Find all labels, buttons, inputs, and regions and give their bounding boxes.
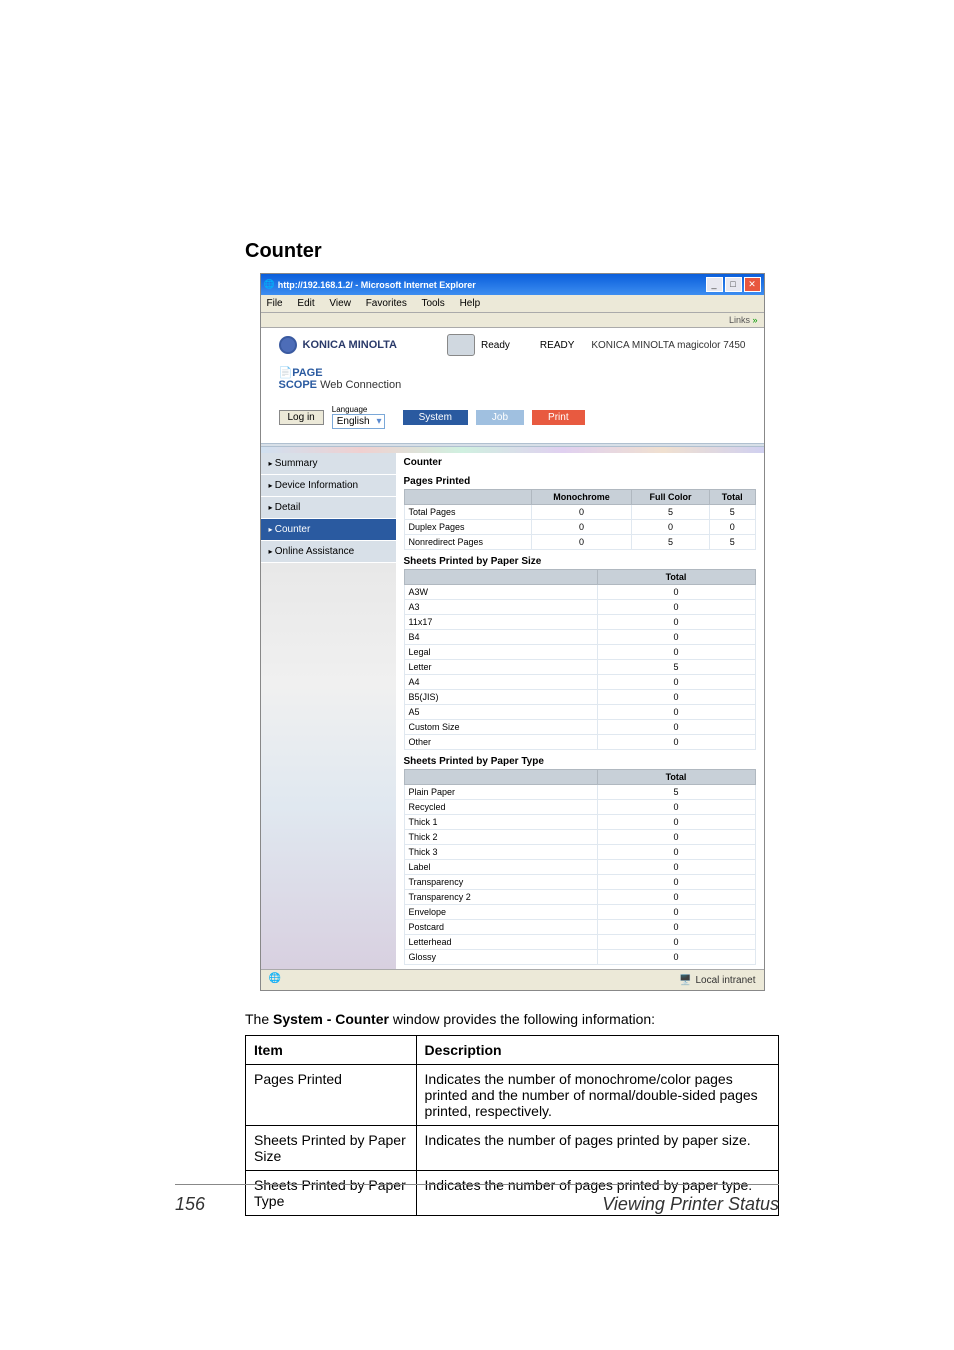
- minimize-button[interactable]: _: [706, 277, 723, 292]
- by-size-title: Sheets Printed by Paper Size: [404, 556, 756, 567]
- main-panel: Counter Pages Printed Monochrome Full Co…: [396, 453, 764, 969]
- pagescope-label: 📄PAGESCOPE Web Connection: [261, 362, 764, 401]
- browser-screenshot: 🌐 http://192.168.1.2/ - Microsoft Intern…: [260, 273, 765, 991]
- tab-print[interactable]: Print: [532, 410, 585, 425]
- nav-counter[interactable]: Counter: [261, 519, 396, 541]
- table-row: Duplex Pages000: [404, 520, 755, 535]
- printer-icon: [447, 334, 475, 356]
- footer-section: Viewing Printer Status: [602, 1194, 779, 1215]
- table-row: Total Pages055: [404, 505, 755, 520]
- nav-detail[interactable]: Detail: [261, 497, 396, 519]
- language-select[interactable]: English: [332, 414, 385, 429]
- by-size-table: Total A3W0 A30 11x170 B40 Legal0 Letter5…: [404, 569, 756, 750]
- page-number: 156: [175, 1194, 205, 1215]
- table-row: Sheets Printed by Paper Size Indicates t…: [246, 1126, 779, 1171]
- menu-favorites[interactable]: Favorites: [366, 298, 407, 309]
- brand-logo: KONICA MINOLTA: [279, 336, 398, 354]
- login-button[interactable]: Log in: [279, 410, 324, 425]
- menu-help[interactable]: Help: [460, 298, 481, 309]
- maximize-button[interactable]: □: [725, 277, 742, 292]
- panel-title: Counter: [404, 457, 756, 468]
- device-name: KONICA MINOLTA magicolor 7450: [591, 340, 745, 351]
- menu-file[interactable]: File: [267, 298, 283, 309]
- ready-badge: Ready: [481, 340, 510, 351]
- by-type-title: Sheets Printed by Paper Type: [404, 756, 756, 767]
- titlebar: 🌐 http://192.168.1.2/ - Microsoft Intern…: [261, 274, 764, 295]
- menu-edit[interactable]: Edit: [297, 298, 314, 309]
- brand-circle-icon: [279, 336, 297, 354]
- table-row: Nonredirect Pages055: [404, 535, 755, 550]
- menubar: File Edit View Favorites Tools Help: [261, 295, 764, 313]
- ie-icon: 🌐: [264, 279, 275, 290]
- language-label: Language: [332, 405, 385, 414]
- tab-job[interactable]: Job: [476, 410, 524, 425]
- brand-text: KONICA MINOLTA: [303, 339, 398, 351]
- ie-status-icon: 🌐: [269, 973, 283, 987]
- zone-text: Local intranet: [695, 975, 755, 986]
- table-row: Pages Printed Indicates the number of mo…: [246, 1065, 779, 1126]
- table-header-description: Description: [416, 1036, 778, 1065]
- info-table: Item Description Pages Printed Indicates…: [245, 1035, 779, 1216]
- table-header-item: Item: [246, 1036, 417, 1065]
- close-button[interactable]: ✕: [744, 277, 761, 292]
- menu-tools[interactable]: Tools: [421, 298, 444, 309]
- nav-device-info[interactable]: Device Information: [261, 475, 396, 497]
- section-title: Counter: [245, 240, 779, 263]
- nav-online-assistance[interactable]: Online Assistance: [261, 541, 396, 563]
- app-header: KONICA MINOLTA Ready READY KONICA MINOLT…: [261, 328, 764, 362]
- description-text: The System - Counter window provides the…: [245, 1011, 779, 1027]
- zone-icon: 🖥️: [679, 975, 691, 986]
- nav-summary[interactable]: Summary: [261, 453, 396, 475]
- menu-view[interactable]: View: [329, 298, 351, 309]
- statusbar: 🌐 🖥️ Local intranet: [261, 969, 764, 990]
- printer-status: READY: [540, 340, 574, 351]
- linksbar: Links »: [261, 313, 764, 328]
- pages-printed-table: Monochrome Full Color Total Total Pages0…: [404, 489, 756, 550]
- by-type-table: Total Plain Paper5 Recycled0 Thick 10 Th…: [404, 769, 756, 965]
- window-title: http://192.168.1.2/ - Microsoft Internet…: [275, 280, 706, 290]
- sidebar-photo: [261, 563, 396, 969]
- sidebar: Summary Device Information Detail Counte…: [261, 453, 396, 969]
- tab-system[interactable]: System: [403, 410, 468, 425]
- pages-printed-title: Pages Printed: [404, 476, 756, 487]
